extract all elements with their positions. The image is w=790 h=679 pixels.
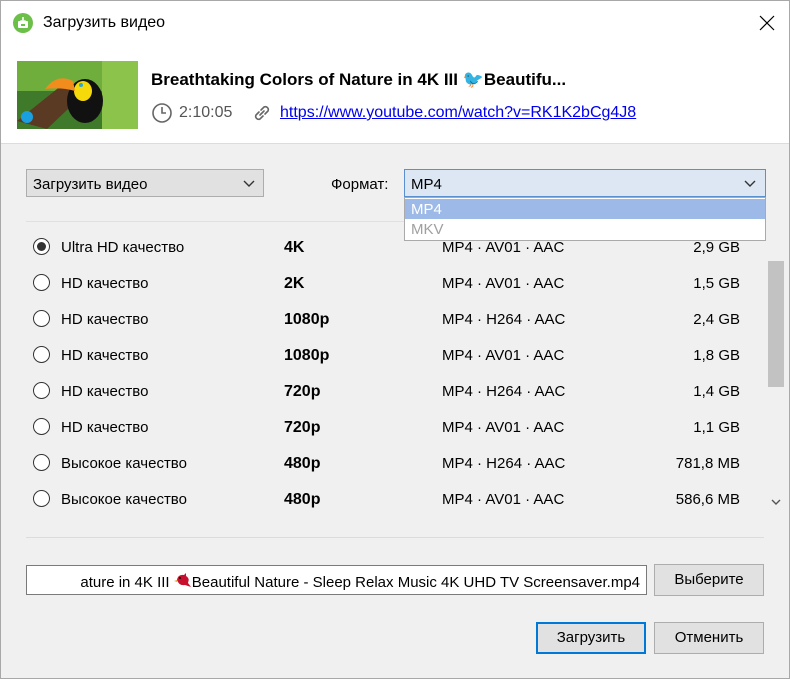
- quality-codec: MP4 · H264 · AAC: [442, 455, 566, 472]
- quality-codec: MP4 · AV01 · AAC: [442, 239, 565, 256]
- quality-label: Ultra HD качество: [61, 239, 185, 256]
- close-button[interactable]: [745, 1, 789, 45]
- divider: [26, 537, 764, 538]
- quality-codec: MP4 · AV01 · AAC: [442, 347, 565, 364]
- format-select[interactable]: MP4: [404, 169, 766, 197]
- quality-codec: MP4 · H264 · AAC: [442, 311, 566, 328]
- download-type-value: Загрузить видео: [33, 176, 148, 193]
- clock-icon: [152, 103, 172, 123]
- quality-codec: MP4 · AV01 · AAC: [442, 491, 565, 508]
- format-option-mkv[interactable]: MKV: [405, 219, 765, 239]
- quality-size: 2,4 GB: [693, 311, 740, 328]
- quality-resolution: 1080p: [284, 347, 330, 364]
- scroll-down-button[interactable]: [766, 493, 786, 511]
- radio-button[interactable]: [33, 490, 50, 507]
- quality-size: 1,1 GB: [693, 419, 740, 436]
- quality-resolution: 1080p: [284, 311, 330, 328]
- download-dialog: Загрузить видео Breathtaking Colors of N…: [0, 0, 790, 679]
- scroll-up-button[interactable]: [766, 243, 786, 261]
- format-option-label: MP4: [411, 201, 442, 218]
- download-type-select[interactable]: Загрузить видео: [26, 169, 264, 197]
- quality-size: 1,8 GB: [693, 347, 740, 364]
- quality-option[interactable]: HD качество 720p MP4 · H264 · AAC 1,4 GB: [1, 374, 766, 410]
- quality-option[interactable]: HD качество 1080p MP4 · AV01 · AAC 1,8 G…: [1, 338, 766, 374]
- scrollbar[interactable]: [766, 243, 786, 513]
- video-duration: 2:10:05: [179, 104, 233, 121]
- chevron-down-icon: [744, 180, 756, 187]
- quality-option[interactable]: HD качество 2K MP4 · AV01 · AAC 1,5 GB: [1, 266, 766, 302]
- quality-label: HD качество: [61, 383, 149, 400]
- quality-resolution: 480p: [284, 491, 321, 508]
- quality-size: 1,4 GB: [693, 383, 740, 400]
- quality-resolution: 4K: [284, 239, 305, 256]
- video-thumbnail: [17, 61, 138, 129]
- quality-resolution: 720p: [284, 419, 321, 436]
- video-title: Breathtaking Colors of Nature in 4K III …: [151, 70, 566, 90]
- quality-resolution: 2K: [284, 275, 305, 292]
- quality-size: 2,9 GB: [693, 239, 740, 256]
- quality-label: HD качество: [61, 311, 149, 328]
- quality-label: HD качество: [61, 419, 149, 436]
- quality-option[interactable]: Высокое качество 480p MP4 · H264 · AAC 7…: [1, 446, 766, 482]
- radio-button[interactable]: [33, 310, 50, 327]
- radio-button[interactable]: [33, 454, 50, 471]
- radio-button[interactable]: [33, 382, 50, 399]
- link-icon: [254, 105, 270, 121]
- close-icon: [759, 15, 775, 31]
- quality-size: 781,8 MB: [675, 455, 740, 472]
- quality-codec: MP4 · H264 · AAC: [442, 383, 566, 400]
- quality-label: HD качество: [61, 347, 149, 364]
- format-option-mp4[interactable]: MP4: [405, 199, 765, 219]
- radio-button[interactable]: [33, 238, 50, 255]
- radio-button[interactable]: [33, 418, 50, 435]
- radio-button[interactable]: [33, 274, 50, 291]
- browse-button[interactable]: Выберите: [654, 564, 764, 596]
- quality-size: 1,5 GB: [693, 275, 740, 292]
- quality-option[interactable]: HD качество 1080p MP4 · H264 · AAC 2,4 G…: [1, 302, 766, 338]
- quality-label: Высокое качество: [61, 455, 187, 472]
- filename-part: ature in 4K III: [80, 574, 174, 591]
- bird-icon: [173, 573, 191, 587]
- quality-resolution: 720p: [284, 383, 321, 400]
- chevron-down-icon: [771, 499, 781, 505]
- quality-list: Ultra HD качество 4K MP4 · AV01 · AAC 2,…: [1, 230, 766, 513]
- cancel-button[interactable]: Отменить: [654, 622, 764, 654]
- title-bar: Загрузить видео: [1, 1, 789, 45]
- filename-part: Beautiful Nature - Sleep Relax Music 4K …: [191, 574, 640, 591]
- filename-text: ature in 4K III Beautiful Nature - Sleep…: [80, 572, 640, 591]
- quality-codec: MP4 · AV01 · AAC: [442, 419, 565, 436]
- video-title-text: Breathtaking Colors of Nature in 4K III …: [151, 70, 567, 89]
- quality-size: 586,6 MB: [675, 491, 740, 508]
- format-dropdown-list: MP4 MKV: [404, 197, 766, 241]
- quality-option[interactable]: Высокое качество 480p MP4 · AV01 · AAC 5…: [1, 482, 766, 518]
- window-title: Загрузить видео: [43, 14, 166, 31]
- format-value: MP4: [411, 176, 442, 193]
- format-option-label: MKV: [411, 221, 444, 238]
- download-icon: [13, 13, 33, 33]
- scrollbar-thumb[interactable]: [768, 261, 784, 387]
- quality-label: Высокое качество: [61, 491, 187, 508]
- video-url-link[interactable]: https://www.youtube.com/watch?v=RK1K2bCg…: [280, 104, 636, 122]
- quality-label: HD качество: [61, 275, 149, 292]
- filename-input[interactable]: ature in 4K III Beautiful Nature - Sleep…: [26, 565, 647, 595]
- quality-resolution: 480p: [284, 455, 321, 472]
- quality-codec: MP4 · AV01 · AAC: [442, 275, 565, 292]
- chevron-down-icon: [243, 180, 255, 187]
- quality-option[interactable]: HD качество 720p MP4 · AV01 · AAC 1,1 GB: [1, 410, 766, 446]
- format-label: Формат:: [331, 176, 389, 193]
- radio-button[interactable]: [33, 346, 50, 363]
- download-button[interactable]: Загрузить: [536, 622, 646, 654]
- video-info-header: Breathtaking Colors of Nature in 4K III …: [1, 45, 789, 144]
